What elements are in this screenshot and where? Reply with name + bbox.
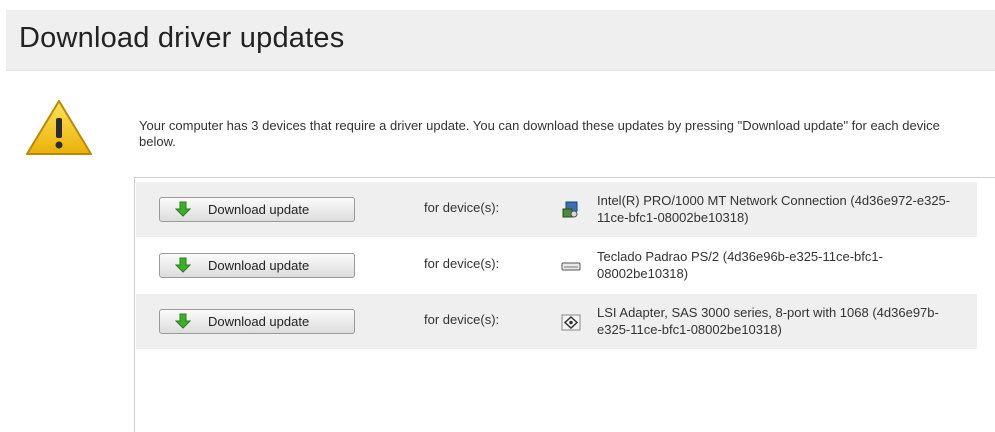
download-update-button[interactable]: Download update <box>159 309 355 334</box>
download-update-label: Download update <box>208 258 310 273</box>
download-update-button[interactable]: Download update <box>159 197 355 222</box>
device-name: LSI Adapter, SAS 3000 series, 8-port wit… <box>597 305 939 337</box>
page: Download driver updates Your computer ha… <box>0 0 995 432</box>
download-arrow-icon <box>175 201 191 217</box>
network-adapter-icon <box>562 201 578 218</box>
for-devices-label: for device(s): <box>424 312 500 327</box>
device-row: Download update for device(s): Teclado P… <box>136 238 977 293</box>
download-update-button[interactable]: Download update <box>159 253 355 278</box>
download-update-label: Download update <box>208 314 310 329</box>
for-devices-label: for device(s): <box>424 256 500 271</box>
warning-icon <box>26 100 92 155</box>
storage-controller-icon <box>561 314 581 331</box>
device-row: Download update for device(s): Intel(R) … <box>136 182 977 237</box>
keyboard-icon <box>561 262 581 271</box>
device-row: Download update for device(s): LSI Adapt… <box>136 294 977 349</box>
for-devices-label: for device(s): <box>424 200 500 215</box>
device-list: Download update for device(s): Intel(R) … <box>134 177 995 432</box>
download-arrow-icon <box>175 257 191 273</box>
header-bar: Download driver updates <box>6 10 995 71</box>
device-name: Intel(R) PRO/1000 MT Network Connection … <box>597 193 951 225</box>
download-update-label: Download update <box>208 202 310 217</box>
download-arrow-icon <box>175 313 191 329</box>
update-message: Your computer has 3 devices that require… <box>139 118 940 149</box>
device-name: Teclado Padrao PS/2 (4d36e96b-e325-11ce-… <box>597 249 883 281</box>
page-title: Download driver updates <box>19 22 345 54</box>
